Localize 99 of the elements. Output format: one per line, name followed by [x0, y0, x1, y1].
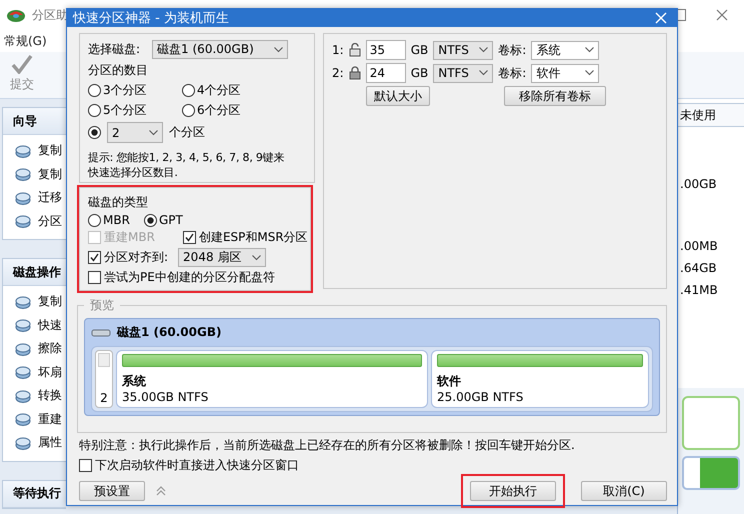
checkbox-option[interactable]: 尝试为PE中创建的分区分配盘符 — [88, 269, 275, 286]
sidebar-item[interactable]: 擦除 — [3, 337, 66, 360]
radio-button[interactable] — [88, 84, 101, 97]
sidebar-item[interactable]: 迁移 — [3, 186, 66, 210]
radio-option[interactable]: 5个分区 — [88, 102, 182, 119]
lock-icon[interactable] — [348, 66, 361, 80]
table-cell-text: .00MB — [679, 238, 719, 255]
panel-title: 向导 — [3, 108, 66, 135]
dropdown[interactable]: 2048 扇区 — [178, 248, 266, 267]
hint-text: 快速选择分区数目. — [88, 165, 179, 180]
checkbox-option[interactable]: 分区对齐到: — [88, 249, 168, 266]
group-label: 分区的数目 — [88, 62, 149, 79]
table-cell-text: .64GB — [679, 260, 718, 277]
sidebar-item[interactable]: 复制 — [3, 162, 66, 186]
radio-button[interactable] — [182, 84, 195, 97]
start-button[interactable]: 开始执行 — [470, 481, 556, 501]
disk-icon[interactable] — [15, 214, 31, 228]
checkbox-option: 重建MBR — [88, 229, 155, 246]
panel-title: 等待执行 — [3, 480, 66, 508]
sidebar-item[interactable]: 重建 — [3, 408, 66, 431]
sidebar-item[interactable]: 复制 — [3, 290, 66, 314]
cancel-button[interactable]: 取消(C) — [581, 481, 667, 501]
sidebar-item[interactable]: 复制 — [3, 139, 66, 162]
field-label: 个分区 — [169, 124, 205, 141]
checkbox[interactable] — [182, 231, 196, 244]
drive-icon — [91, 328, 111, 338]
caret-icon — [274, 46, 284, 52]
caret-icon — [585, 70, 594, 76]
dropdown[interactable]: 2 — [107, 122, 163, 143]
unit-label: GB — [410, 43, 428, 57]
radio-button[interactable] — [144, 214, 157, 226]
disk-icon[interactable] — [15, 167, 31, 182]
group-label: 磁盘的类型 — [88, 194, 149, 211]
default-size-button[interactable]: 默认大小 — [366, 86, 430, 106]
field-label: 选择磁盘: — [88, 41, 140, 58]
radio-button[interactable] — [182, 104, 195, 117]
partition-block[interactable]: 软件 25.00GB NTFS — [431, 350, 649, 408]
size-input[interactable]: 24 — [366, 63, 406, 83]
sidebar-item[interactable]: 转换 — [3, 384, 66, 408]
disk-icon[interactable] — [15, 436, 31, 450]
table-cell-text: .41MB — [679, 282, 719, 299]
close-icon[interactable] — [716, 9, 728, 21]
disk-icon[interactable] — [15, 388, 31, 403]
checkbox[interactable] — [88, 251, 101, 264]
preset-button[interactable]: 预设置 — [79, 481, 145, 501]
disk-icon[interactable] — [15, 190, 31, 205]
dropdown[interactable]: NTFS — [433, 64, 494, 82]
checkbox-option[interactable]: 创建ESP和MSR分区 — [182, 229, 308, 246]
size-input[interactable]: 35 — [366, 40, 406, 60]
dropdown[interactable]: 系统 — [531, 40, 600, 60]
disk-icon[interactable] — [15, 342, 31, 356]
radio-option[interactable]: 6个分区 — [182, 102, 276, 119]
unallocated-block: 2 — [95, 350, 113, 408]
disk-icon[interactable] — [15, 294, 31, 309]
radio-option[interactable]: GPT — [144, 213, 183, 227]
caret-icon — [149, 130, 158, 136]
sidebar-item[interactable]: 快速 — [3, 314, 66, 337]
radio-option[interactable]: 4个分区 — [182, 82, 276, 99]
partition-block[interactable]: 系统 35.00GB NTFS — [116, 350, 428, 408]
disk-icon[interactable] — [15, 318, 31, 332]
app-logo-icon — [6, 7, 26, 23]
table-cell-text: .00GB — [679, 176, 718, 193]
dropdown[interactable]: NTFS — [433, 40, 494, 60]
radio-button[interactable] — [88, 126, 101, 139]
checkbox[interactable] — [79, 459, 92, 472]
sidebar-item[interactable]: 坏扇 — [3, 360, 66, 384]
warning-text: 特别注意：执行此操作后，当前所选磁盘上已经存在的所有分区将被删除！按回车键开始分区. — [79, 437, 576, 454]
checkbox[interactable] — [88, 271, 101, 284]
sidebar-item[interactable]: 属性 — [3, 431, 66, 454]
radio-button[interactable] — [88, 104, 101, 117]
disk-name: 磁盘1 (60.00GB) — [117, 324, 222, 341]
disk-icon[interactable] — [15, 412, 31, 426]
caret-icon — [252, 254, 262, 260]
unit-label: GB — [410, 66, 428, 80]
radio-button[interactable] — [88, 214, 101, 226]
partition-index: 2: — [332, 66, 344, 80]
column-header[interactable]: 未使用 — [678, 103, 744, 127]
check-icon — [11, 54, 33, 74]
dropdown[interactable]: 软件 — [531, 64, 600, 82]
radio-option[interactable]: MBR — [88, 213, 130, 227]
panel-title: 磁盘操作 — [3, 259, 66, 286]
partition-index: 1: — [332, 43, 344, 57]
disk-icon[interactable] — [15, 144, 31, 158]
disk-icon[interactable] — [15, 365, 31, 380]
field-label: 卷标: — [498, 64, 526, 82]
radio-option[interactable]: 3个分区 — [88, 82, 182, 99]
unlock-icon[interactable] — [348, 43, 361, 57]
checkbox-option[interactable]: 下次启动软件时直接进入快速分区窗口 — [79, 457, 667, 474]
hint-text: 提示: 您能按1, 2, 3, 4, 5, 6, 7, 8, 9键来 — [88, 150, 286, 165]
sidebar-item[interactable]: 分区 — [3, 210, 66, 233]
remove-labels-button[interactable]: 移除所有卷标 — [504, 86, 606, 106]
caret-icon — [479, 70, 488, 76]
field-label: 卷标: — [498, 42, 526, 58]
preview-title: 预览 — [89, 297, 115, 314]
caret-icon — [479, 47, 488, 53]
caret-icon — [585, 47, 594, 53]
menu-item[interactable]: 常规(G) — [4, 32, 47, 50]
dropdown[interactable]: 磁盘1 (60.00GB) — [152, 40, 288, 59]
dialog-title: 快速分区神器 - 为装机而生 — [73, 10, 229, 27]
